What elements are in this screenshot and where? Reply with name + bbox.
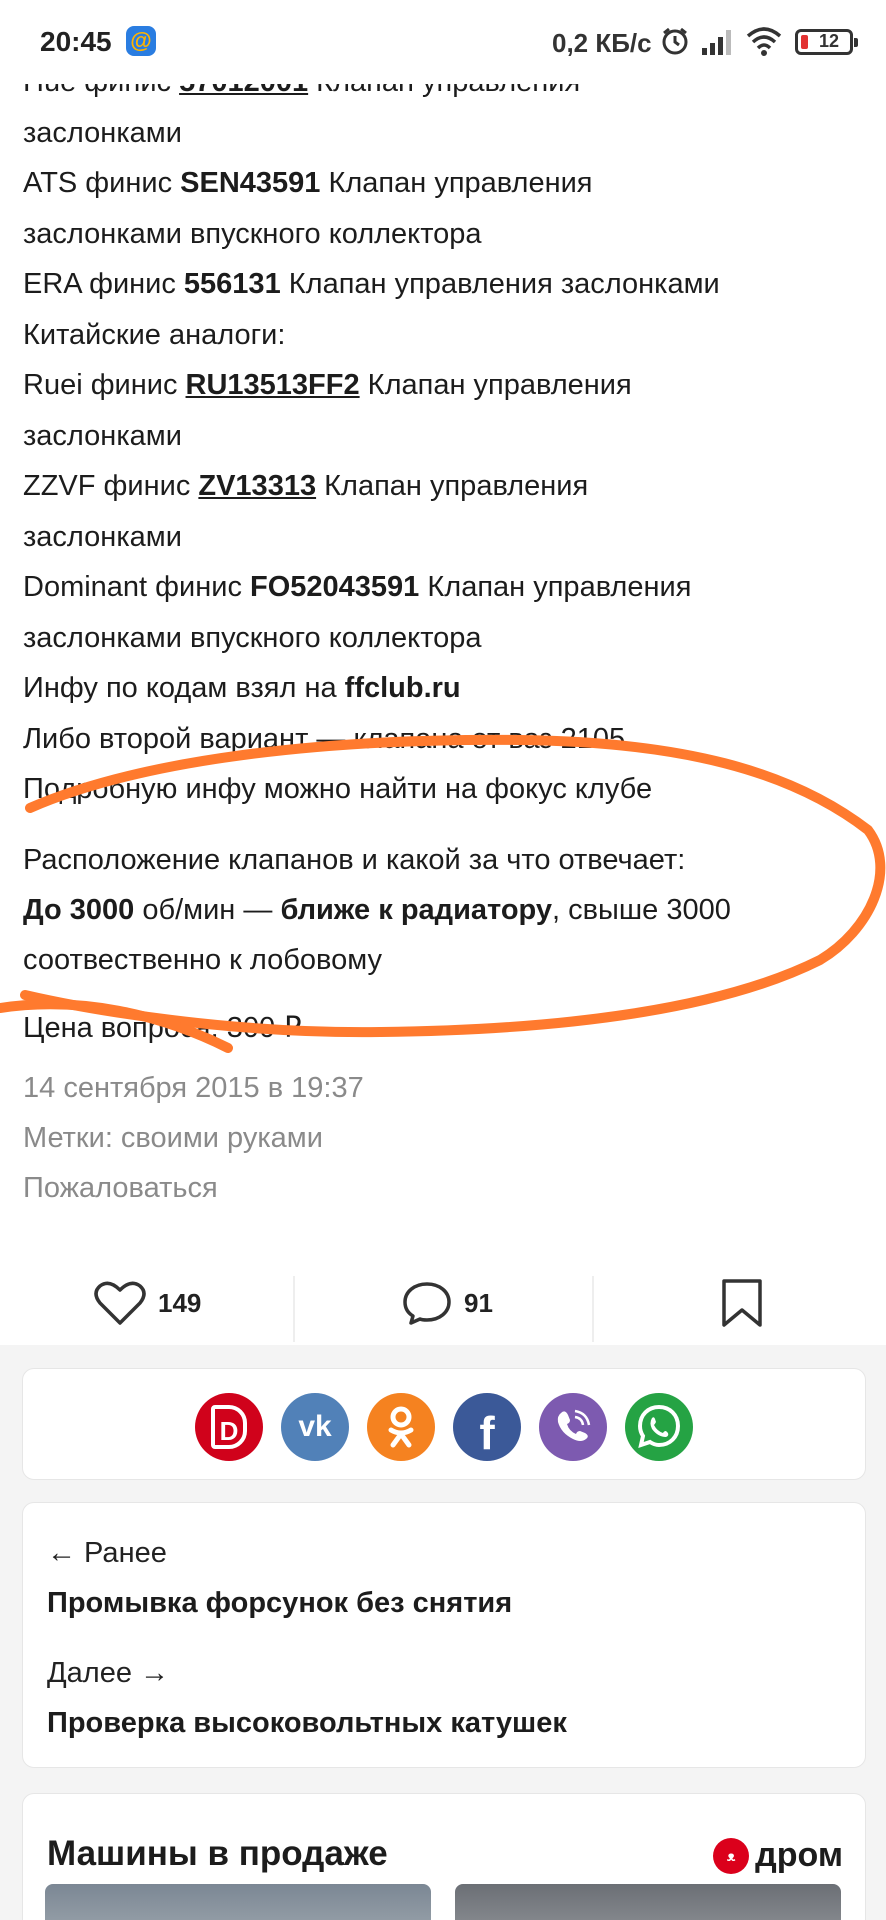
part-code: ffclub.ru bbox=[344, 672, 461, 704]
article-line: Dominant финис FO52043591 Клапан управле… bbox=[23, 571, 692, 603]
article-line: заслонками впускного коллектора bbox=[23, 621, 482, 654]
article-line: ERA финис 556131 Клапан управления засло… bbox=[23, 268, 720, 300]
battery-level: 12 bbox=[818, 31, 840, 51]
section-title: Машины в продаже bbox=[47, 1834, 388, 1873]
article-line: ZZVF финис ZV13313 Клапан управления bbox=[23, 470, 589, 502]
post-date: 14 сентября 2015 в 19:37 bbox=[23, 1072, 364, 1104]
battery-icon: 12 bbox=[795, 29, 858, 55]
like-button[interactable]: 149 bbox=[94, 1258, 201, 1348]
article-line: Китайские аналоги: bbox=[23, 318, 286, 351]
part-code[interactable]: ZV13313 bbox=[198, 470, 316, 502]
article-line: заслонками bbox=[23, 520, 182, 553]
next-label: Далее → bbox=[47, 1657, 170, 1689]
article-line: Ruei финис RU13513FF2 Клапан управления bbox=[23, 369, 632, 401]
car-thumbnail[interactable] bbox=[45, 1884, 431, 1920]
vk-icon: vk bbox=[298, 1410, 332, 1443]
location-heading: Расположение клапанов и какой за что отв… bbox=[23, 844, 686, 876]
wifi-icon bbox=[746, 27, 782, 56]
part-code: SEN43591 bbox=[180, 167, 321, 199]
location-text: До 3000 об/мин — ближе к радиатору, свыш… bbox=[23, 894, 731, 926]
drive-icon: D bbox=[211, 1405, 247, 1449]
status-time: 20:45 bbox=[40, 26, 112, 57]
article-line: заслонками впускного коллектора bbox=[23, 217, 482, 250]
article-line: заслонками bbox=[23, 116, 182, 149]
share-panel: D vk f bbox=[22, 1368, 866, 1480]
share-facebook-button[interactable]: f bbox=[453, 1393, 521, 1461]
share-vk-button[interactable]: vk bbox=[281, 1393, 349, 1461]
cars-for-sale: Машины в продаже ᴥ дром bbox=[22, 1793, 866, 1920]
article-line: Подробную инфу можно найти на фокус клуб… bbox=[23, 773, 653, 805]
part-code: 556131 bbox=[183, 268, 281, 300]
comment-button[interactable]: 91 bbox=[402, 1258, 493, 1348]
mail-app-icon: @ bbox=[126, 26, 156, 56]
share-ok-button[interactable] bbox=[367, 1393, 435, 1461]
part-code[interactable]: RU13513FF2 bbox=[186, 369, 360, 401]
car-thumbnail[interactable] bbox=[455, 1884, 841, 1920]
post-tags[interactable]: Метки: своими руками bbox=[23, 1118, 323, 1158]
bookmark-icon bbox=[722, 1279, 762, 1327]
share-whatsapp-button[interactable] bbox=[625, 1393, 693, 1461]
post-navigation: ← Ранее Промывка форсунок без снятия Дал… bbox=[22, 1502, 866, 1768]
signal-icon bbox=[702, 30, 731, 55]
article-line: заслонками bbox=[23, 419, 182, 452]
alarm-icon bbox=[662, 27, 688, 55]
part-code: FO52043591 bbox=[250, 571, 420, 603]
share-drive-button[interactable]: D bbox=[195, 1393, 263, 1461]
bookmark-button[interactable] bbox=[720, 1258, 764, 1348]
drom-icon: ᴥ bbox=[713, 1837, 750, 1874]
comment-icon bbox=[403, 1282, 451, 1325]
article-line: Либо второй вариант — клапана от ваз 210… bbox=[23, 722, 634, 755]
like-count: 149 bbox=[158, 1287, 202, 1318]
post-actions: 149 91 bbox=[0, 1258, 886, 1348]
comment-count: 91 bbox=[464, 1287, 493, 1318]
article-line: Инфу по кодам взял на ffclub.ru bbox=[23, 672, 461, 704]
report-link[interactable]: Пожаловаться bbox=[23, 1168, 218, 1208]
prev-post-link[interactable]: Промывка форсунок без снятия bbox=[47, 1587, 512, 1620]
heart-icon bbox=[94, 1281, 146, 1325]
prev-label: ← Ранее bbox=[47, 1537, 167, 1569]
location-text-2: соотвественно к лобовому bbox=[23, 944, 382, 976]
drom-logo[interactable]: ᴥ дром bbox=[713, 1836, 843, 1875]
article-line: ATS финис SEN43591 Клапан управления bbox=[23, 167, 593, 199]
next-post-link[interactable]: Проверка высоковольтных катушек bbox=[47, 1707, 567, 1740]
facebook-icon: f bbox=[479, 1407, 495, 1459]
share-viber-button[interactable] bbox=[539, 1393, 607, 1461]
brand-name: дром bbox=[755, 1836, 843, 1874]
article-body: Hue финис 57012001 Клапан управлениязасл… bbox=[0, 60, 886, 1345]
whatsapp-icon bbox=[637, 1404, 681, 1449]
viber-icon bbox=[557, 1409, 591, 1441]
network-speed: 0,2 КБ/с bbox=[552, 28, 652, 58]
status-bar: 20:45 @ 0,2 КБ/с 12 bbox=[0, 0, 886, 84]
price: Цена вопроса: 300 ₽ bbox=[23, 1012, 302, 1044]
odnoklassniki-icon bbox=[388, 1406, 414, 1448]
